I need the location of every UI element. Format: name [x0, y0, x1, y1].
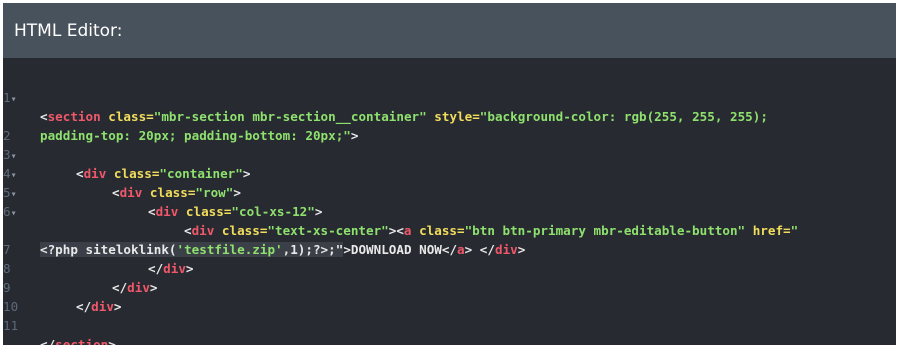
code-line[interactable]: 2 — [3, 107, 896, 143]
editor-title: HTML Editor: — [14, 20, 123, 41]
code-line[interactable]: 8 </div> — [3, 240, 896, 295]
code-line[interactable]: 11 </section> — [3, 297, 896, 345]
code-text: </section> — [40, 337, 116, 345]
code-line[interactable]: 5▾ <div class="col-xs-12"> — [3, 164, 896, 219]
code-line[interactable]: 9 </div> — [3, 259, 896, 314]
line-number: 11 — [3, 318, 19, 333]
html-editor-panel: HTML Editor: 1▾ <section class="mbr-sect… — [3, 3, 896, 345]
code-line-wrap[interactable]: <?php siteloklink('testfile.zip',1);?>;"… — [3, 202, 896, 257]
code-line[interactable]: 1▾ <section class="mbr-section mbr-secti… — [3, 69, 896, 124]
code-line[interactable]: 4▾ <div class="row"> — [3, 145, 896, 200]
code-editor[interactable]: 1▾ <section class="mbr-section mbr-secti… — [3, 69, 896, 345]
editor-header: HTML Editor: — [3, 3, 896, 58]
code-line[interactable]: 10 — [3, 278, 896, 314]
code-line[interactable]: 7 </div> — [3, 221, 896, 276]
code-line[interactable]: 6▾ <div class="text-xs-center"><a class=… — [3, 183, 896, 238]
code-line-wrap[interactable]: padding-top: 20px; padding-bottom: 20px;… — [3, 88, 896, 143]
code-line[interactable]: 3▾ <div class="container"> — [3, 126, 896, 181]
